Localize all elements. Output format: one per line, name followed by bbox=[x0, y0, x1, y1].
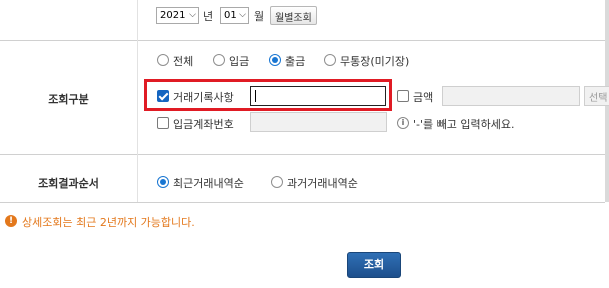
radio-recent-first[interactable] bbox=[157, 176, 169, 188]
month-unit: 월 bbox=[254, 10, 265, 23]
monthly-search-button[interactable]: 월별조회 bbox=[270, 6, 317, 25]
month-select[interactable]: 01 ⌵ bbox=[220, 7, 249, 24]
radio-deposit-label: 입금 bbox=[229, 55, 250, 68]
deposit-account-input[interactable] bbox=[250, 112, 387, 132]
radio-all-label: 전체 bbox=[173, 55, 194, 68]
year-value: 2021 bbox=[160, 10, 186, 21]
highlight-box bbox=[144, 79, 392, 111]
amount-checkbox[interactable] bbox=[397, 90, 409, 102]
month-value: 01 bbox=[224, 10, 237, 21]
year-select[interactable]: 2021 ⌵ bbox=[156, 7, 199, 24]
warning-icon: ! bbox=[5, 215, 17, 227]
radio-oldest-first[interactable] bbox=[271, 176, 283, 188]
amount-label: 금액 bbox=[413, 91, 434, 104]
amount-select[interactable]: 선택 bbox=[584, 86, 609, 106]
divider bbox=[0, 154, 605, 155]
query-type-label: 조회구분 bbox=[48, 93, 89, 106]
chevron-down-icon: ⌵ bbox=[239, 10, 246, 20]
notice-text: 상세조회는 최근 2년까지 가능합니다. bbox=[22, 216, 195, 229]
deposit-account-hint: '-'를 빼고 입력하세요. bbox=[413, 118, 515, 131]
radio-withdrawal-label: 출금 bbox=[285, 55, 306, 68]
radio-deposit[interactable] bbox=[213, 54, 225, 66]
search-button[interactable]: 조회 bbox=[347, 252, 401, 278]
radio-all[interactable] bbox=[157, 54, 169, 66]
deposit-account-label: 입금계좌번호 bbox=[173, 118, 234, 131]
column-divider bbox=[137, 0, 138, 202]
radio-oldest-first-label: 과거거래내역순 bbox=[287, 177, 358, 190]
radio-no-passbook-label: 무통장(미기장) bbox=[340, 55, 410, 68]
year-unit: 년 bbox=[203, 10, 214, 23]
deposit-account-checkbox[interactable] bbox=[157, 117, 169, 129]
chevron-down-icon: ⌵ bbox=[189, 10, 196, 20]
info-icon: i bbox=[397, 117, 409, 129]
radio-no-passbook[interactable] bbox=[324, 54, 336, 66]
divider bbox=[0, 202, 605, 203]
radio-withdrawal[interactable] bbox=[269, 54, 281, 66]
amount-select-label: 선택 bbox=[589, 93, 608, 104]
radio-recent-first-label: 최근거래내역순 bbox=[173, 177, 244, 190]
sort-order-label: 조회결과순서 bbox=[38, 177, 99, 190]
amount-input[interactable] bbox=[442, 86, 580, 106]
divider bbox=[0, 40, 605, 41]
